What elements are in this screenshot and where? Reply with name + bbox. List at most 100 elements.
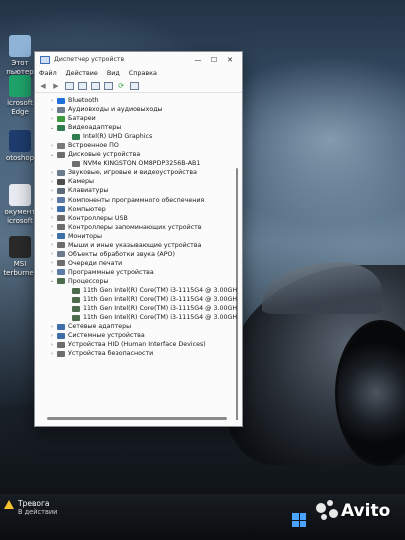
tree-category[interactable]: › Контроллеры запоминающих устройств: [35, 223, 242, 232]
collapse-chevron-icon[interactable]: ⌄: [49, 278, 55, 284]
avito-text: Avito: [341, 501, 391, 521]
properties-button[interactable]: [64, 81, 74, 90]
tree-category[interactable]: › Аудиовходы и аудиовыходы: [35, 105, 242, 114]
expand-chevron-icon[interactable]: ›: [49, 188, 55, 194]
menu-bar: Файл Действие Вид Справка: [35, 67, 242, 79]
tree-category[interactable]: ⌄ Дисковые устройства: [35, 150, 242, 159]
update-driver-button[interactable]: [103, 81, 113, 90]
tree-category[interactable]: ⌄ Видеоадаптеры: [35, 123, 242, 132]
menu-file[interactable]: Файл: [39, 69, 57, 77]
tree-category[interactable]: › Компоненты программного обеспечения: [35, 196, 242, 205]
expand-chevron-icon[interactable]: ›: [49, 342, 55, 348]
toolbar: ◀ ▶ ⟳: [35, 79, 242, 93]
tree-item-label: Сетевые адаптеры: [68, 323, 132, 331]
expand-chevron-icon[interactable]: ›: [49, 215, 55, 221]
tree-item-label: Контроллеры запоминающих устройств: [68, 223, 202, 231]
tree-category[interactable]: › Сетевые адаптеры: [35, 322, 242, 331]
weather-alert[interactable]: Тревога В действии: [4, 499, 57, 517]
tree-device[interactable]: 11th Gen Intel(R) Core(TM) i3-1115G4 @ 3…: [35, 295, 242, 304]
tree-category[interactable]: › Мониторы: [35, 232, 242, 241]
tree-category[interactable]: › Очереди печати: [35, 259, 242, 268]
scan-hardware-button[interactable]: ⟳: [116, 81, 126, 90]
expand-chevron-icon[interactable]: ›: [49, 170, 55, 176]
keyboard-icon: [57, 187, 65, 194]
camera-icon: [57, 178, 65, 185]
device-manager-window[interactable]: Диспетчер устройств — ☐ ✕ Файл Действие …: [34, 51, 243, 427]
print-queue-icon: [57, 260, 65, 267]
expand-chevron-icon[interactable]: ›: [49, 260, 55, 266]
tree-category[interactable]: › Устройства HID (Human Interface Devices…: [35, 340, 242, 349]
help-button[interactable]: [90, 81, 100, 90]
expand-chevron-icon[interactable]: ›: [49, 333, 55, 339]
start-button[interactable]: [292, 513, 306, 527]
device-tree[interactable]: › Bluetooth › Аудиовходы и аудиовыходы › Бата…: [35, 93, 242, 420]
forward-button[interactable]: ▶: [51, 81, 61, 90]
expand-chevron-icon[interactable]: ›: [49, 324, 55, 330]
tree-item-label: Системные устройства: [68, 332, 145, 340]
tree-device[interactable]: 11th Gen Intel(R) Core(TM) i3-1115G4 @ 3…: [35, 286, 242, 295]
tree-item-label: Аудиовходы и аудиовыходы: [68, 106, 163, 114]
tree-item-label: Очереди печати: [68, 259, 123, 267]
warning-icon: [4, 500, 14, 509]
tree-category[interactable]: › Встроенное ПО: [35, 141, 242, 150]
window-title: Диспетчер устройств: [54, 56, 125, 63]
avito-watermark: Avito: [316, 500, 390, 522]
expand-chevron-icon[interactable]: ›: [49, 351, 55, 357]
tree-category[interactable]: ⌄ Процессоры: [35, 277, 242, 286]
photoshop-icon: [9, 130, 31, 152]
expand-chevron-icon[interactable]: ›: [49, 116, 55, 122]
tree-category[interactable]: › Мыши и иные указывающие устройства: [35, 241, 242, 250]
menu-action[interactable]: Действие: [66, 69, 98, 77]
horizontal-scrollbar[interactable]: [47, 417, 227, 420]
details-button[interactable]: [77, 81, 87, 90]
maximize-button[interactable]: ☐: [206, 52, 222, 67]
tree-category[interactable]: › Bluetooth: [35, 96, 242, 105]
tree-item-label: 11th Gen Intel(R) Core(TM) i3-1115G4 @ 3…: [83, 314, 238, 322]
expand-chevron-icon[interactable]: ›: [49, 269, 55, 275]
collapse-chevron-icon[interactable]: ⌄: [49, 152, 55, 158]
tree-category[interactable]: › Контроллеры USB: [35, 214, 242, 223]
tree-category[interactable]: › Объекты обработки звука (APO): [35, 250, 242, 259]
tree-item-label: Камеры: [68, 178, 94, 186]
tree-device[interactable]: 11th Gen Intel(R) Core(TM) i3-1115G4 @ 3…: [35, 304, 242, 313]
close-button[interactable]: ✕: [222, 52, 238, 67]
this-pc-icon: [9, 35, 31, 57]
expand-chevron-icon[interactable]: ›: [49, 242, 55, 248]
expand-chevron-icon[interactable]: ›: [49, 251, 55, 257]
expand-chevron-icon[interactable]: ›: [49, 179, 55, 185]
tree-category[interactable]: › Клавиатуры: [35, 186, 242, 195]
alert-subtitle: В действии: [18, 508, 58, 516]
processor-icon: [72, 314, 80, 321]
expand-chevron-icon[interactable]: ›: [49, 197, 55, 203]
firmware-icon: [57, 142, 65, 149]
tree-device[interactable]: Intel(R) UHD Graphics: [35, 132, 242, 141]
tree-item-label: 11th Gen Intel(R) Core(TM) i3-1115G4 @ 3…: [83, 287, 238, 294]
collapse-chevron-icon[interactable]: ⌄: [49, 125, 55, 131]
tree-category[interactable]: › Программные устройства: [35, 268, 242, 277]
tree-item-label: Компоненты программного обеспечения: [68, 196, 205, 204]
back-button[interactable]: ◀: [38, 81, 48, 90]
expand-chevron-icon[interactable]: ›: [49, 107, 55, 113]
tree-device[interactable]: NVMe KINGSTON OM8PDP3256B-AB1: [35, 159, 242, 168]
expand-chevron-icon[interactable]: ›: [49, 206, 55, 212]
tree-category[interactable]: › Системные устройства: [35, 331, 242, 340]
disk-drive-icon: [72, 160, 80, 167]
expand-chevron-icon[interactable]: ›: [49, 98, 55, 104]
tree-category[interactable]: › Звуковые, игровые и видеоустройства: [35, 168, 242, 177]
tree-device[interactable]: 11th Gen Intel(R) Core(TM) i3-1115G4 @ 3…: [35, 313, 242, 322]
tree-item-label: Мыши и иные указывающие устройства: [68, 241, 202, 249]
tree-category[interactable]: › Устройства безопасности: [35, 349, 242, 358]
menu-help[interactable]: Справка: [129, 69, 157, 77]
monitor-button[interactable]: [129, 81, 139, 90]
expand-chevron-icon[interactable]: ›: [49, 233, 55, 239]
tree-item-label: Встроенное ПО: [68, 142, 119, 150]
expand-chevron-icon[interactable]: ›: [49, 224, 55, 230]
title-bar[interactable]: Диспетчер устройств — ☐ ✕: [35, 52, 242, 67]
tree-category[interactable]: › Батареи: [35, 114, 242, 123]
menu-view[interactable]: Вид: [107, 69, 120, 77]
tree-category[interactable]: › Камеры: [35, 177, 242, 186]
tree-category[interactable]: › Компьютер: [35, 205, 242, 214]
word-document-icon: [9, 184, 31, 206]
expand-chevron-icon[interactable]: ›: [49, 143, 55, 149]
minimize-button[interactable]: —: [190, 52, 206, 67]
